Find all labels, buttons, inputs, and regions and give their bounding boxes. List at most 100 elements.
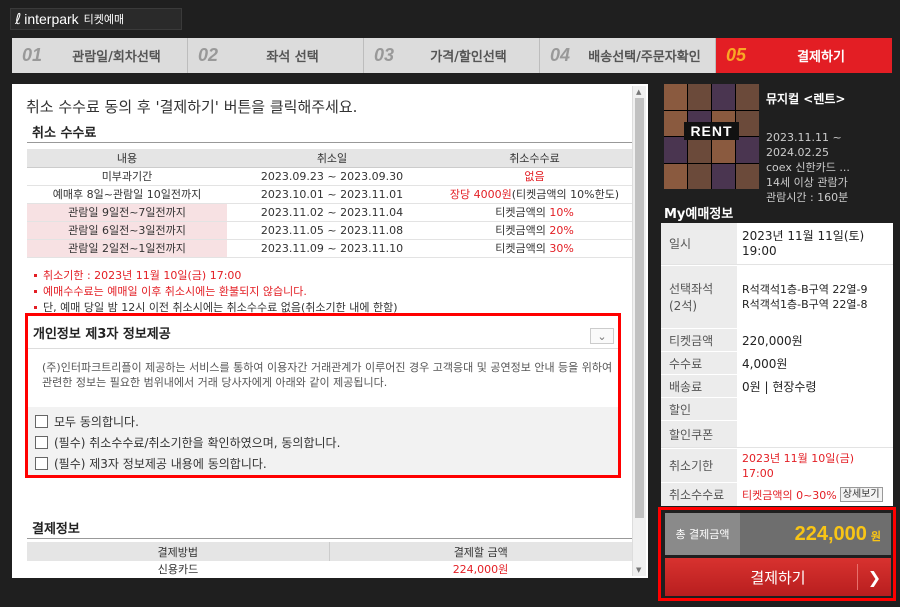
scroll-thumb[interactable]	[635, 98, 644, 518]
checkbox-label: (필수) 제3자 정보제공 내용에 동의합니다.	[54, 457, 267, 471]
table-header: 결제할 금액	[328, 542, 632, 561]
info-label: 할인	[661, 398, 737, 420]
show-age: 14세 이상 관람가	[766, 176, 848, 189]
logo-mark-icon: ℓ	[15, 10, 22, 28]
total-amount-row: 총 결제금액 224,000 원	[665, 513, 891, 555]
main-scrollbar[interactable]: ▲ ▼	[632, 86, 646, 576]
step-navigation: 01 관람일/회차선택 02 좌석 선택 03 가격/할인선택 04 배송선택/주문자확…	[12, 38, 892, 73]
info-row-delivery: 배송료 0원 | 현장수령	[661, 375, 893, 397]
show-period-start: 2023.11.11 ~	[766, 131, 842, 144]
total-value: 224,000 원	[740, 513, 891, 555]
divider	[27, 142, 632, 143]
fee-content: 예매후 8일~관람일 10일전까지	[27, 185, 227, 204]
step-number: 03	[374, 45, 395, 65]
date-line: 2023년 11월 11일(토)	[742, 228, 865, 243]
booking-info-panel: 일시 2023년 11월 11일(토) 19:00 선택좌석 (2석) R석객석1층…	[661, 223, 893, 506]
cancel-fee-range: 티켓금액의 0~30%	[742, 488, 837, 502]
fee-amount-red: 20%	[549, 224, 574, 237]
checkbox[interactable]	[35, 415, 48, 428]
fee-date: 2023.10.01 ~ 2023.11.01	[227, 185, 437, 204]
fee-amount-pre: 티켓금액의	[495, 206, 550, 219]
agree-cancel-fee-checkbox[interactable]: (필수) 취소수수료/취소기한을 확인하였으며, 동의합니다.	[35, 434, 340, 451]
info-value: 4,000원	[742, 356, 788, 371]
show-poster: RENT	[664, 84, 759, 189]
checkbox[interactable]	[35, 436, 48, 449]
checkbox-label: (필수) 취소수수료/취소기한을 확인하였으며, 동의합니다.	[54, 436, 341, 450]
info-value: 티켓금액의 0~30% 상세보기	[737, 483, 893, 506]
info-value: 0원 | 현장수령	[742, 379, 817, 394]
show-info: 2023.11.11 ~ 2024.02.25 coex 신한카드 ... 14…	[766, 130, 891, 205]
table-row: 관람일 6일전~3일전까지 2023.11.05 ~ 2023.11.08 티켓…	[27, 221, 632, 240]
step-label: 배송선택/주문자확인	[588, 50, 701, 65]
seat-1: R석객석1층-B구역 22열-9	[742, 283, 868, 296]
cancel-fee-table: 내용 취소일 취소수수료 미부과기간 2023.09.23 ~ 2023.09.…	[27, 149, 632, 258]
step-4[interactable]: 04 배송선택/주문자확인	[540, 38, 716, 73]
poster-title: RENT	[684, 122, 739, 140]
step-2[interactable]: 02 좌석 선택	[188, 38, 364, 73]
logo-sub: 티켓예매	[83, 13, 125, 26]
note-fee-refund: 예매수수료는 예매일 이후 취소시에는 환불되지 않습니다.	[34, 284, 398, 300]
seat-count: (2석)	[669, 299, 698, 313]
table-row: 관람일 2일전~1일전까지 2023.11.09 ~ 2023.11.10 티켓…	[27, 239, 632, 258]
deadline-date: 2023년 11월 10일(금)	[742, 451, 855, 465]
scroll-up-icon[interactable]: ▲	[636, 88, 641, 96]
divider	[28, 348, 618, 349]
step-number: 04	[550, 45, 571, 65]
agree-all-checkbox[interactable]: 모두 동의합니다.	[35, 413, 139, 430]
deadline-time: 17:00	[742, 466, 774, 480]
info-value: 2023년 11월 10일(금) 17:00	[737, 449, 893, 482]
privacy-consent-box: 개인정보 제3자 정보제공 ⌄ (주)인터파크트리플이 제공하는 서비스를 통하…	[25, 313, 621, 478]
info-label: 선택좌석 (2석)	[661, 266, 737, 328]
step-label: 관람일/회차선택	[72, 50, 161, 65]
show-title: 뮤지컬 <렌트>	[766, 92, 846, 106]
info-row-discount: 할인	[661, 398, 893, 420]
info-value	[737, 398, 893, 420]
fee-date: 2023.11.05 ~ 2023.11.08	[227, 221, 437, 240]
pay-button-label: 결제하기	[750, 568, 806, 587]
chevron-down-icon[interactable]: ⌄	[590, 328, 614, 344]
fee-amount-red: 30%	[549, 242, 574, 255]
fee-date: 2023.11.02 ~ 2023.11.04	[227, 203, 437, 222]
fee-amount: 장당 4000원(티켓금액의 10%한도)	[437, 185, 632, 204]
fee-amount-pre: 티켓금액의	[495, 242, 550, 255]
total-amount: 224,000	[794, 522, 867, 545]
table-row: 미부과기간 2023.09.23 ~ 2023.09.30 없음	[27, 167, 632, 186]
step-number: 01	[22, 45, 43, 65]
info-value: 2023년 11월 11일(토) 19:00	[737, 223, 893, 264]
cancel-notes: 취소기한 : 2023년 11월 10일(금) 17:00 예매수수료는 예매일…	[34, 268, 398, 316]
table-row: 예매후 8일~관람일 10일전까지 2023.10.01 ~ 2023.11.0…	[27, 185, 632, 204]
seat-2: R석객석1층-B구역 22열-8	[742, 298, 868, 311]
fee-amount: 없음	[437, 167, 632, 186]
table-header: 내용	[27, 149, 227, 168]
step-5-active: 05 결제하기	[716, 38, 892, 73]
fee-date: 2023.09.23 ~ 2023.09.30	[227, 167, 437, 186]
checkbox-label: 모두 동의합니다.	[54, 415, 139, 429]
agree-third-party-checkbox[interactable]: (필수) 제3자 정보제공 내용에 동의합니다.	[35, 455, 267, 472]
table-row: 관람일 9일전~7일전까지 2023.11.02 ~ 2023.11.04 티켓…	[27, 203, 632, 222]
total-unit: 원	[870, 530, 881, 543]
info-row-fee: 수수료 4,000원	[661, 352, 893, 374]
pay-button[interactable]: 결제하기 ❯	[665, 558, 891, 596]
my-booking-title: My예매정보	[664, 207, 734, 222]
step-3[interactable]: 03 가격/할인선택	[364, 38, 540, 73]
info-value: 220,000원	[742, 333, 803, 348]
time-line: 19:00	[742, 243, 777, 258]
step-1[interactable]: 01 관람일/회차선택	[12, 38, 188, 73]
checkbox[interactable]	[35, 457, 48, 470]
privacy-title: 개인정보 제3자 정보제공	[33, 327, 171, 342]
fee-content: 미부과기간	[27, 167, 227, 186]
table-header: 취소수수료	[437, 149, 632, 168]
scroll-down-icon[interactable]: ▼	[636, 566, 641, 574]
fee-content: 관람일 9일전~7일전까지	[27, 203, 227, 222]
table-header: 취소일	[227, 149, 437, 168]
total-label: 총 결제금액	[665, 513, 740, 555]
instruction-text: 취소 수수료 동의 후 '결제하기' 버튼을 클릭해주세요.	[26, 98, 358, 116]
fee-amount: 티켓금액의 20%	[437, 221, 632, 240]
table-header: 결제방법	[27, 542, 329, 561]
fee-amount-pre: 티켓금액의	[495, 224, 550, 237]
detail-view-button[interactable]: 상세보기	[839, 487, 883, 502]
payment-table: 결제방법 결제할 금액 신용카드 224,000원	[27, 542, 632, 577]
top-bar: ℓ interpark 티켓예매	[0, 0, 900, 37]
info-row-date: 일시 2023년 11월 11일(토) 19:00	[661, 223, 893, 265]
interpark-logo[interactable]: ℓ interpark 티켓예매	[10, 8, 182, 30]
